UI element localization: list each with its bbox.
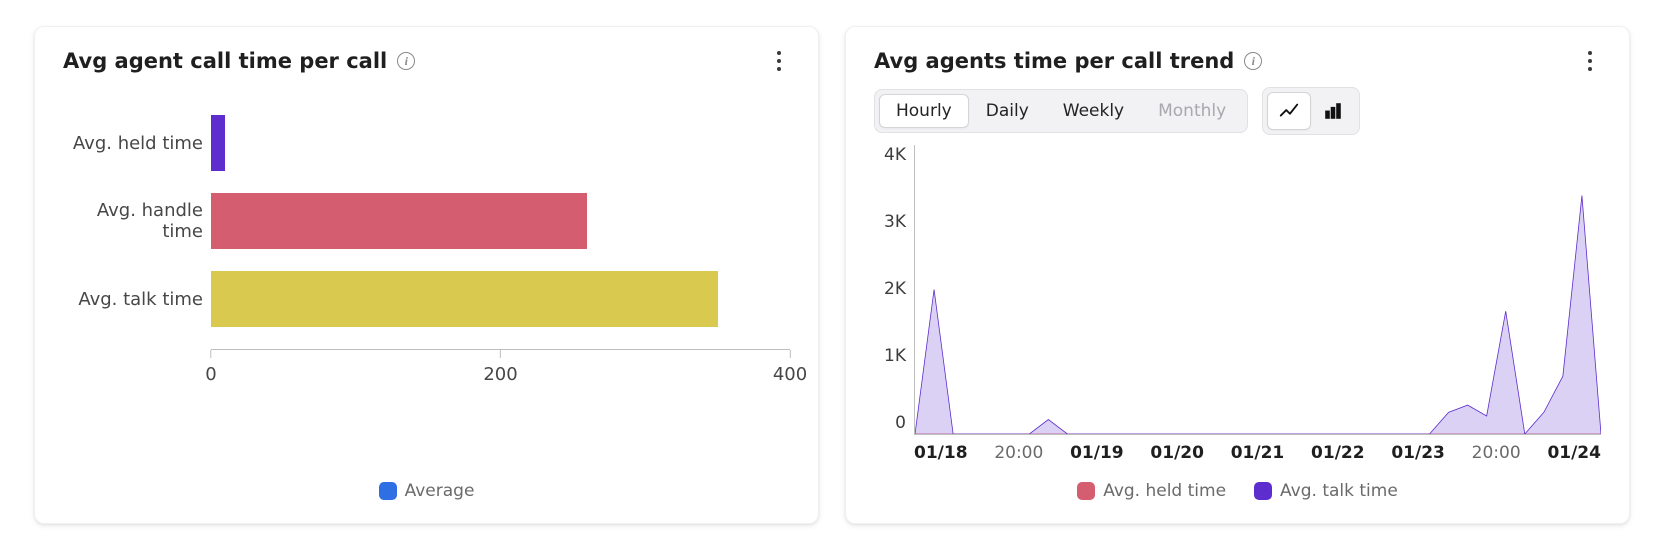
bar-row-talk: Avg. talk time <box>63 271 790 327</box>
card-title: Avg agent call time per call <box>63 49 387 73</box>
card-title-wrap: Avg agents time per call trend i <box>874 49 1262 73</box>
bar-track <box>211 115 790 171</box>
y-tick: 4K <box>884 145 906 165</box>
x-tick: 01/23 <box>1391 443 1445 463</box>
bar-x-tick: 0 <box>205 364 216 385</box>
plot-canvas <box>914 145 1601 435</box>
x-tick: 01/22 <box>1311 443 1365 463</box>
legend-item-held: Avg. held time <box>1077 481 1226 501</box>
card-header: Avg agents time per call trend i <box>874 49 1601 73</box>
y-tick: 2K <box>884 279 906 299</box>
bar-label-handle: Avg. handle time <box>63 200 211 242</box>
legend-label: Average <box>405 481 475 501</box>
bar-x-axis: 0 200 400 <box>63 349 790 389</box>
x-tick: 01/24 <box>1547 443 1601 463</box>
legend-label: Avg. talk time <box>1280 481 1398 501</box>
bar-track <box>211 193 790 249</box>
line-chart: 4K 3K 2K 1K 0 01/18 20:00 01/19 01/20 01… <box>874 145 1601 501</box>
line-chart-icon[interactable] <box>1267 92 1311 130</box>
legend-swatch <box>379 482 397 500</box>
x-tick: 01/21 <box>1231 443 1285 463</box>
more-icon[interactable] <box>1579 50 1601 72</box>
x-tick: 20:00 <box>994 443 1043 463</box>
bar-track <box>211 271 790 327</box>
legend-item-talk: Avg. talk time <box>1254 481 1398 501</box>
bar-x-tick: 200 <box>483 364 517 385</box>
x-labels: 01/18 20:00 01/19 01/20 01/21 01/22 01/2… <box>914 443 1601 463</box>
x-tick: 20:00 <box>1472 443 1521 463</box>
bar-x-tick: 400 <box>773 364 807 385</box>
time-granularity-toggle: Hourly Daily Weekly Monthly <box>874 89 1248 133</box>
bar-fill-handle <box>211 193 587 249</box>
bar-label-held: Avg. held time <box>63 133 211 154</box>
y-tick: 1K <box>884 346 906 366</box>
line-y-axis: 4K 3K 2K 1K 0 <box>874 145 914 435</box>
info-icon[interactable]: i <box>1244 52 1262 70</box>
y-tick: 3K <box>884 212 906 232</box>
x-tick: 01/19 <box>1070 443 1124 463</box>
bar-row-handle: Avg. handle time <box>63 193 790 249</box>
info-icon[interactable]: i <box>397 52 415 70</box>
bar-fill-talk <box>211 271 718 327</box>
bar-row-held: Avg. held time <box>63 115 790 171</box>
bar-axis-line: 0 200 400 <box>211 349 790 350</box>
bar-legend: Average <box>63 481 790 501</box>
toggle-hourly[interactable]: Hourly <box>879 94 969 128</box>
legend-swatch <box>1254 482 1272 500</box>
card-title-wrap: Avg agent call time per call i <box>63 49 415 73</box>
bar-area: Avg. held time Avg. handle time Avg. tal… <box>63 115 790 477</box>
more-icon[interactable] <box>768 50 790 72</box>
bar-chart-icon[interactable] <box>1311 92 1355 130</box>
toggle-weekly[interactable]: Weekly <box>1046 94 1141 128</box>
card-header: Avg agent call time per call i <box>63 49 790 73</box>
y-tick: 0 <box>895 413 906 433</box>
chart-type-toggle <box>1262 87 1360 135</box>
x-tick: 01/20 <box>1150 443 1204 463</box>
x-tick: 01/18 <box>914 443 968 463</box>
bar-label-talk: Avg. talk time <box>63 289 211 310</box>
card-avg-agents-time-trend: Avg agents time per call trend i Hourly … <box>845 26 1630 524</box>
line-x-axis: 01/18 20:00 01/19 01/20 01/21 01/22 01/2… <box>874 443 1601 463</box>
toggle-daily[interactable]: Daily <box>969 94 1046 128</box>
toggle-monthly[interactable]: Monthly <box>1141 94 1243 128</box>
bar-fill-held <box>211 115 225 171</box>
line-legend: Avg. held time Avg. talk time <box>874 481 1601 501</box>
legend-swatch <box>1077 482 1095 500</box>
card-title: Avg agents time per call trend <box>874 49 1234 73</box>
line-plot: 4K 3K 2K 1K 0 <box>874 145 1601 435</box>
legend-label: Avg. held time <box>1103 481 1226 501</box>
toggle-row: Hourly Daily Weekly Monthly <box>874 87 1601 135</box>
card-avg-agent-call-time: Avg agent call time per call i Avg. held… <box>34 26 819 524</box>
bar-chart: Avg. held time Avg. handle time Avg. tal… <box>63 87 790 501</box>
